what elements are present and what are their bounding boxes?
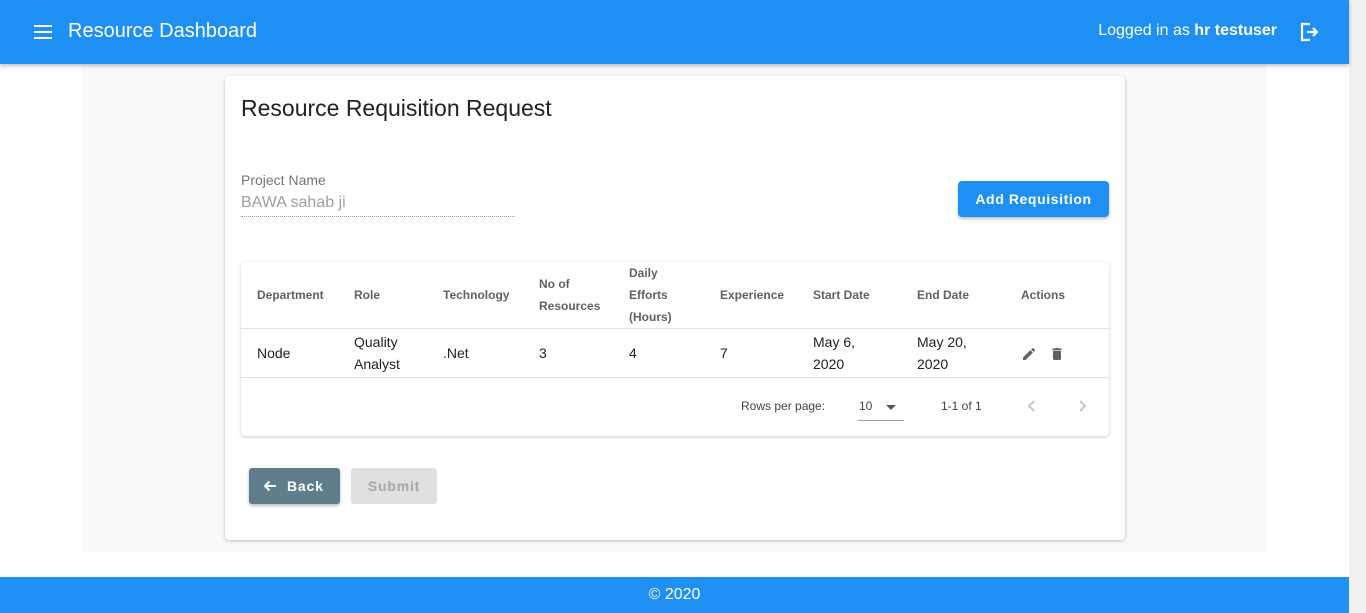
edit-icon[interactable] bbox=[1021, 346, 1037, 362]
requisition-table: Department Role Technology No of Resourc… bbox=[241, 262, 1109, 436]
logged-in-prefix: Logged in as bbox=[1098, 22, 1195, 39]
chevron-left-icon[interactable] bbox=[1024, 398, 1040, 414]
cell-technology: .Net bbox=[427, 328, 523, 378]
app-title: Resource Dashboard bbox=[68, 20, 257, 42]
menu-icon[interactable] bbox=[34, 25, 52, 39]
column-header[interactable]: End Date bbox=[901, 262, 1005, 329]
project-name-input[interactable] bbox=[241, 190, 515, 217]
page-title: Resource Requisition Request bbox=[241, 95, 552, 121]
column-header[interactable]: Technology bbox=[427, 262, 523, 329]
column-header[interactable]: No of Resources bbox=[523, 262, 613, 329]
column-header[interactable]: Daily Efforts (Hours) bbox=[613, 262, 704, 329]
table-pagination: Rows per page: 10 1-1 of 1 bbox=[241, 378, 1109, 436]
project-name-label: Project Name bbox=[241, 172, 326, 188]
pagination-range: 1-1 of 1 bbox=[941, 399, 982, 413]
rows-per-page-select[interactable]: 10 bbox=[858, 393, 904, 421]
username: hr testuser bbox=[1194, 22, 1277, 39]
table-header-row: Department Role Technology No of Resourc… bbox=[241, 262, 1109, 329]
back-button-label: Back bbox=[287, 478, 324, 494]
cell-end-date: May 20, 2020 bbox=[901, 328, 1005, 378]
cell-start-date: May 6, 2020 bbox=[797, 328, 901, 378]
page-footer: © 2020 bbox=[0, 577, 1349, 613]
requisition-card: Resource Requisition Request Project Nam… bbox=[225, 76, 1125, 540]
column-header: Actions bbox=[1005, 262, 1109, 329]
top-app-bar: Resource Dashboard Logged in as hr testu… bbox=[0, 0, 1349, 64]
cell-experience: 7 bbox=[704, 328, 797, 378]
cell-role: Quality Analyst bbox=[338, 328, 427, 378]
rows-per-page-value: 10 bbox=[859, 399, 873, 413]
column-header[interactable]: Department bbox=[241, 262, 338, 329]
logged-in-user: Logged in as hr testuser bbox=[1098, 22, 1277, 40]
delete-icon[interactable] bbox=[1049, 346, 1065, 362]
arrow-left-icon bbox=[263, 480, 276, 492]
chevron-right-icon[interactable] bbox=[1074, 398, 1090, 414]
cell-resources: 3 bbox=[523, 328, 613, 378]
column-header[interactable]: Start Date bbox=[797, 262, 901, 329]
column-header[interactable]: Role bbox=[338, 262, 427, 329]
rows-per-page-label: Rows per page: bbox=[741, 399, 826, 413]
add-requisition-button[interactable]: Add Requisition bbox=[958, 181, 1109, 217]
cell-actions bbox=[1005, 328, 1109, 378]
window-scrollbar[interactable] bbox=[1349, 0, 1366, 613]
back-button[interactable]: Back bbox=[249, 468, 340, 504]
submit-button[interactable]: Submit bbox=[351, 468, 437, 504]
table-row: Node Quality Analyst .Net 3 4 7 May 6, 2… bbox=[241, 328, 1109, 378]
logout-icon[interactable] bbox=[1298, 21, 1320, 43]
cell-efforts: 4 bbox=[613, 328, 704, 378]
column-header[interactable]: Experience bbox=[704, 262, 797, 329]
dropdown-caret-icon bbox=[886, 405, 896, 410]
cell-department: Node bbox=[241, 328, 338, 378]
